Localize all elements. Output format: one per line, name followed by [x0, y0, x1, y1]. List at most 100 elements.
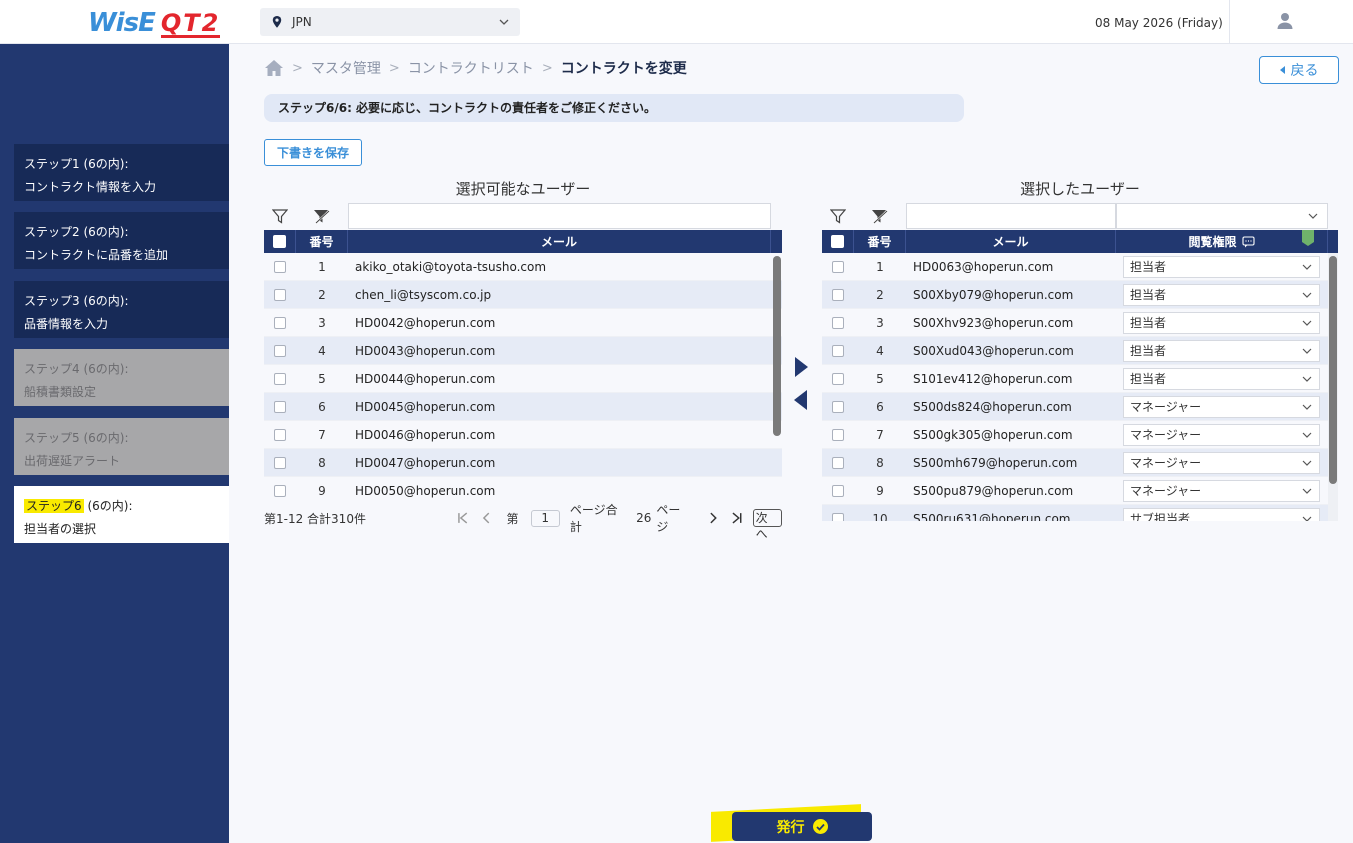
selected-scrollbar[interactable] — [1329, 256, 1337, 484]
next-page-icon[interactable] — [706, 511, 720, 525]
mail-filter-input[interactable] — [906, 203, 1116, 229]
table-row[interactable]: 5 S101ev412@hoperun.com 担当者 — [822, 365, 1338, 393]
issue-button-label: 発行 — [776, 819, 805, 836]
clear-filter-icon[interactable] — [854, 202, 906, 230]
row-checkbox[interactable] — [832, 512, 844, 521]
table-row[interactable]: 5 HD0044@hoperun.com — [264, 365, 782, 393]
role-select[interactable]: 担当者 — [1123, 255, 1320, 278]
save-draft-button[interactable]: 下書きを保存 — [264, 139, 362, 166]
role-select[interactable]: 担当者 — [1123, 339, 1320, 362]
row-mail: S500gk305@hoperun.com — [913, 427, 1073, 442]
bookmark-icon — [1302, 230, 1314, 246]
prev-page-icon[interactable] — [480, 511, 494, 525]
move-left-arrow-icon[interactable] — [793, 389, 809, 411]
app-logo[interactable]: WisE QT2 — [88, 6, 221, 38]
table-row[interactable]: 9 S500pu879@hoperun.com マネージャー — [822, 477, 1338, 505]
table-row[interactable]: 6 S500ds824@hoperun.com マネージャー — [822, 393, 1338, 421]
table-row[interactable]: 6 HD0045@hoperun.com — [264, 393, 782, 421]
table-row[interactable]: 3 HD0042@hoperun.com — [264, 309, 782, 337]
table-row[interactable]: 4 S00Xud043@hoperun.com 担当者 — [822, 337, 1338, 365]
top-header: WisE QT2 JPN 08 May 2026 (Friday) — [0, 0, 1353, 44]
row-checkbox[interactable] — [832, 484, 844, 497]
row-checkbox[interactable] — [274, 288, 286, 301]
step-number: ステップ6 (6の内): — [24, 495, 219, 518]
back-button[interactable]: 戻る — [1259, 56, 1339, 84]
table-row[interactable]: 2 S00Xby079@hoperun.com 担当者 — [822, 281, 1338, 309]
filter-icon[interactable] — [264, 202, 296, 230]
first-page-icon[interactable] — [456, 511, 470, 525]
header-scroll-spacer — [771, 230, 782, 253]
breadcrumb-separator: > — [292, 60, 303, 76]
row-checkbox[interactable] — [832, 316, 844, 329]
row-number: 8 — [876, 455, 884, 470]
role-select[interactable]: 担当者 — [1123, 367, 1320, 390]
select-all-checkbox[interactable] — [273, 235, 286, 248]
table-row[interactable]: 2 chen_li@tsyscom.co.jp — [264, 281, 782, 309]
row-checkbox[interactable] — [832, 428, 844, 441]
table-row[interactable]: 7 HD0046@hoperun.com — [264, 421, 782, 449]
row-mail: S00Xud043@hoperun.com — [913, 343, 1074, 358]
breadcrumb-current: コントラクトを変更 — [560, 61, 687, 77]
sidebar-step-3[interactable]: ステップ3 (6の内): 品番情報を入力 — [14, 281, 229, 338]
role-select[interactable]: マネージャー — [1123, 423, 1320, 446]
row-checkbox[interactable] — [832, 456, 844, 469]
table-row[interactable]: 9 HD0050@hoperun.com — [264, 477, 782, 501]
table-row[interactable]: 10 S500ru631@hoperun.com サブ担当者 — [822, 505, 1338, 521]
row-checkbox[interactable] — [832, 372, 844, 385]
role-select[interactable]: サブ担当者 — [1123, 507, 1320, 521]
selected-table-header: 番号 メール 閲覧権限 — [822, 230, 1338, 253]
row-checkbox[interactable] — [274, 316, 286, 329]
select-all-checkbox-cell[interactable] — [264, 230, 296, 253]
last-page-icon[interactable] — [730, 511, 744, 525]
row-mail: HD0047@hoperun.com — [355, 455, 496, 470]
role-select[interactable]: マネージャー — [1123, 395, 1320, 418]
row-checkbox[interactable] — [832, 288, 844, 301]
user-avatar-icon[interactable] — [1276, 12, 1294, 30]
filter-icon[interactable] — [822, 202, 854, 230]
sidebar-step-2[interactable]: ステップ2 (6の内): コントラクトに品番を追加 — [14, 212, 229, 269]
table-row[interactable]: 7 S500gk305@hoperun.com マネージャー — [822, 421, 1338, 449]
select-all-checkbox[interactable] — [831, 235, 844, 248]
header-scroll-spacer — [1328, 230, 1338, 253]
row-checkbox[interactable] — [274, 260, 286, 273]
select-all-checkbox-cell[interactable] — [822, 230, 854, 253]
row-checkbox[interactable] — [274, 344, 286, 357]
table-row[interactable]: 8 HD0047@hoperun.com — [264, 449, 782, 477]
row-checkbox[interactable] — [274, 400, 286, 413]
next-page-button[interactable]: 次へ — [752, 509, 783, 541]
row-checkbox[interactable] — [274, 428, 286, 441]
move-right-arrow-icon[interactable] — [793, 356, 809, 378]
available-table-body: 1 akiko_otaki@toyota-tsusho.com 2 chen_li@… — [264, 253, 782, 501]
sidebar-step-6[interactable]: ステップ6 (6の内): 担当者の選択 — [14, 486, 229, 543]
sidebar-step-1[interactable]: ステップ1 (6の内): コントラクト情報を入力 — [14, 144, 229, 201]
role-filter-select[interactable] — [1116, 203, 1328, 229]
role-select[interactable]: マネージャー — [1123, 479, 1320, 502]
table-row[interactable]: 1 HD0063@hoperun.com 担当者 — [822, 253, 1338, 281]
breadcrumb-master[interactable]: マスタ管理 — [311, 58, 381, 78]
table-row[interactable]: 3 S00Xhv923@hoperun.com 担当者 — [822, 309, 1338, 337]
role-select[interactable]: 担当者 — [1123, 311, 1320, 334]
role-select[interactable]: マネージャー — [1123, 451, 1320, 474]
available-scrollbar[interactable] — [773, 256, 781, 436]
table-row[interactable]: 8 S500mh679@hoperun.com マネージャー — [822, 449, 1338, 477]
step-number: ステップ2 (6の内): — [24, 225, 129, 239]
home-icon[interactable] — [264, 58, 284, 78]
row-checkbox[interactable] — [832, 260, 844, 273]
mail-filter-input[interactable] — [348, 203, 771, 229]
role-select[interactable]: 担当者 — [1123, 283, 1320, 306]
step-label: 担当者の選択 — [24, 521, 97, 536]
row-checkbox[interactable] — [274, 372, 286, 385]
table-row[interactable]: 4 HD0043@hoperun.com — [264, 337, 782, 365]
comment-icon[interactable] — [1241, 235, 1255, 248]
row-number: 9 — [318, 483, 326, 498]
row-checkbox[interactable] — [274, 456, 286, 469]
page-number-input[interactable]: 1 — [530, 509, 560, 527]
row-checkbox[interactable] — [274, 484, 286, 497]
breadcrumb-contract-list[interactable]: コントラクトリスト — [408, 58, 534, 78]
row-checkbox[interactable] — [832, 400, 844, 413]
row-checkbox[interactable] — [832, 344, 844, 357]
issue-button[interactable]: 発行 — [732, 812, 872, 841]
country-select[interactable]: JPN — [260, 8, 520, 36]
table-row[interactable]: 1 akiko_otaki@toyota-tsusho.com — [264, 253, 782, 281]
clear-filter-icon[interactable] — [296, 202, 348, 230]
